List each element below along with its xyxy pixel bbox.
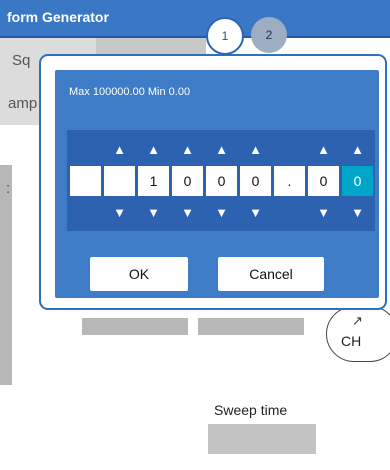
decimal-point-cell[interactable]: .: [273, 166, 305, 196]
digit-cell[interactable]: 0: [341, 166, 373, 196]
background-tab-label: Sq: [12, 52, 31, 69]
digit-cell[interactable]: [103, 166, 135, 196]
digit-down-arrow-icon[interactable]: ▼: [103, 205, 136, 220]
channel-arrow-icon: ↗: [352, 313, 363, 328]
digit-up-arrow-icon[interactable]: ▲: [103, 142, 136, 157]
digit-down-arrow-icon[interactable]: ▼: [239, 205, 272, 220]
cancel-button[interactable]: Cancel: [218, 257, 324, 291]
digit-cell[interactable]: 0: [171, 166, 203, 196]
digit-down-arrow-icon[interactable]: ▼: [171, 205, 204, 220]
digit-down-arrow-icon[interactable]: ▼: [341, 205, 374, 220]
step-1-indicator[interactable]: 1: [206, 17, 244, 55]
ok-button[interactable]: OK: [90, 257, 188, 291]
digit-cell[interactable]: [69, 166, 101, 196]
digit-up-arrow-icon[interactable]: ▲: [171, 142, 204, 157]
digit-up-arrow-icon[interactable]: ▲: [205, 142, 238, 157]
digit-up-arrow-icon[interactable]: ▲: [137, 142, 170, 157]
digit-up-arrow-icon[interactable]: ▲: [239, 142, 272, 157]
background-field[interactable]: [82, 318, 188, 335]
digit-down-arrow-icon[interactable]: ▼: [205, 205, 238, 220]
digit-cell[interactable]: 0: [239, 166, 271, 196]
digit-cell[interactable]: 1: [137, 166, 169, 196]
digit-up-arrow-icon[interactable]: ▲: [341, 142, 374, 157]
digit-cell[interactable]: 0: [307, 166, 339, 196]
digit-cell[interactable]: 0: [205, 166, 237, 196]
app-title: form Generator: [7, 9, 109, 25]
background-colon: :: [6, 180, 11, 197]
sweep-time-label: Sweep time: [214, 402, 288, 418]
step-2-indicator[interactable]: 2: [251, 17, 287, 53]
background-side-panel: [0, 165, 12, 385]
background-field[interactable]: [198, 318, 304, 335]
digit-down-arrow-icon[interactable]: ▼: [307, 205, 340, 220]
range-text: Max 100000.00 Min 0.00: [69, 86, 191, 98]
background-tab-label: amp: [8, 95, 38, 112]
digit-down-arrow-icon[interactable]: ▼: [137, 205, 170, 220]
sweep-time-field[interactable]: [208, 424, 316, 454]
channel-label: CH: [341, 333, 362, 349]
digit-up-arrow-icon[interactable]: ▲: [307, 142, 340, 157]
